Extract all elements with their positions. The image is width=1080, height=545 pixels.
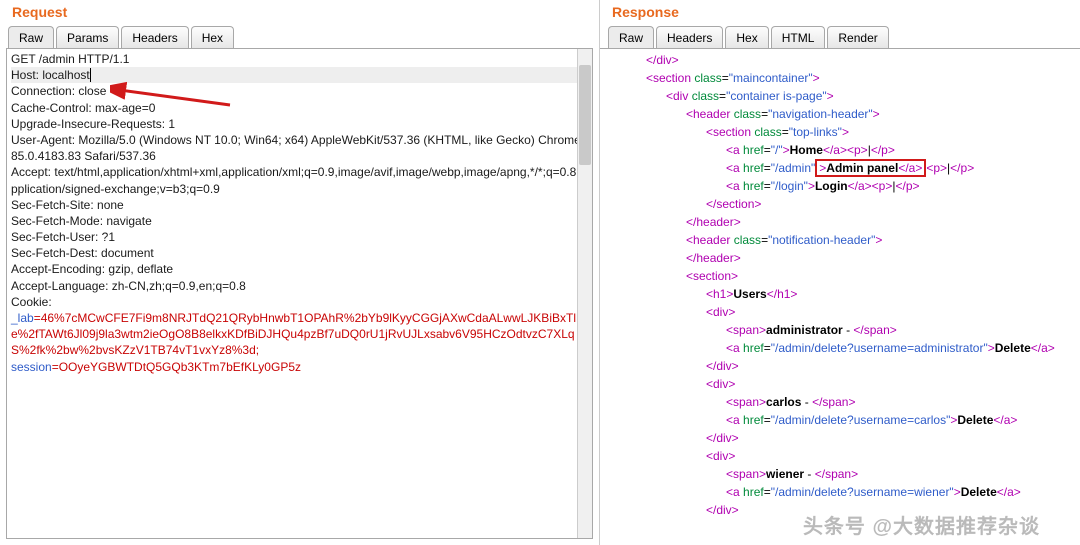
- req-line-cookie-session: session=OOyeYGBWTDtQ5GQb3KTm7bEfKLy0GP5z: [11, 359, 588, 375]
- resp-line: <span>administrator - </span>: [606, 321, 1074, 339]
- resp-line: <a href="/admin/delete?username=administ…: [606, 339, 1074, 357]
- req-line-fetchsite: Sec-Fetch-Site: none: [11, 197, 588, 213]
- resp-tab-raw[interactable]: Raw: [608, 26, 654, 48]
- scrollbar-thumb[interactable]: [579, 65, 591, 165]
- resp-line: <h1>Users</h1>: [606, 285, 1074, 303]
- resp-line: <header class="navigation-header">: [606, 105, 1074, 123]
- resp-line: <a href="/admin/delete?username=wiener">…: [606, 483, 1074, 501]
- response-title: Response: [600, 0, 1080, 26]
- req-line-acceptenc: Accept-Encoding: gzip, deflate: [11, 261, 588, 277]
- tab-raw[interactable]: Raw: [8, 26, 54, 48]
- resp-line: <header class="notification-header">: [606, 231, 1074, 249]
- resp-line: <a href="/admin/delete?username=carlos">…: [606, 411, 1074, 429]
- req-line-cookie: Cookie:: [11, 294, 588, 310]
- resp-line: </header>: [606, 249, 1074, 267]
- req-line-accept: Accept: text/html,application/xhtml+xml,…: [11, 164, 588, 196]
- resp-line: <span>wiener - </span>: [606, 465, 1074, 483]
- req-line-cookie-lab: _lab=46%7cMCwCFE7Fi9m8NRJTdQ21QRybHnwbT1…: [11, 310, 588, 359]
- req-line-host: Host: localhost: [11, 67, 588, 83]
- resp-line: </div>: [606, 429, 1074, 447]
- watermark: 头条号 @大数据推荐杂谈: [803, 510, 1040, 539]
- resp-tab-html[interactable]: HTML: [771, 26, 826, 48]
- resp-line: <a href="/login">Login</a><p>|</p>: [606, 177, 1074, 195]
- resp-line: <section class="top-links">: [606, 123, 1074, 141]
- req-line-fetchuser: Sec-Fetch-User: ?1: [11, 229, 588, 245]
- request-panel: Request Raw Params Headers Hex GET /admi…: [0, 0, 600, 545]
- resp-line-admin: <a href="/admin">Admin panel</a><p>|</p>: [606, 159, 1074, 177]
- resp-line: <section class="maincontainer">: [606, 69, 1074, 87]
- resp-line: </header>: [606, 213, 1074, 231]
- req-line-cachecontrol: Cache-Control: max-age=0: [11, 100, 588, 116]
- resp-line: </div>: [606, 51, 1074, 69]
- tab-headers[interactable]: Headers: [121, 26, 188, 48]
- resp-line: <div>: [606, 375, 1074, 393]
- req-line-fetchdest: Sec-Fetch-Dest: document: [11, 245, 588, 261]
- req-line-acceptlang: Accept-Language: zh-CN,zh;q=0.9,en;q=0.8: [11, 278, 588, 294]
- request-content[interactable]: GET /admin HTTP/1.1 Host: localhost Conn…: [6, 48, 593, 539]
- resp-tab-render[interactable]: Render: [827, 26, 888, 48]
- tab-params[interactable]: Params: [56, 26, 119, 48]
- req-line-connection: Connection: close: [11, 83, 588, 99]
- req-line-fetchmode: Sec-Fetch-Mode: navigate: [11, 213, 588, 229]
- response-panel: Response Raw Headers Hex HTML Render </d…: [600, 0, 1080, 545]
- tab-hex[interactable]: Hex: [191, 26, 234, 48]
- req-line-method: GET /admin HTTP/1.1: [11, 51, 588, 67]
- resp-line: <div class="container is-page">: [606, 87, 1074, 105]
- resp-line: </div>: [606, 357, 1074, 375]
- resp-tab-headers[interactable]: Headers: [656, 26, 723, 48]
- request-title: Request: [0, 0, 599, 26]
- request-tabs: Raw Params Headers Hex: [0, 26, 599, 48]
- req-line-upgrade: Upgrade-Insecure-Requests: 1: [11, 116, 588, 132]
- resp-line: <div>: [606, 447, 1074, 465]
- resp-line: <section>: [606, 267, 1074, 285]
- req-line-useragent: User-Agent: Mozilla/5.0 (Windows NT 10.0…: [11, 132, 588, 164]
- resp-line: </section>: [606, 195, 1074, 213]
- resp-line: <a href="/">Home</a><p>|</p>: [606, 141, 1074, 159]
- resp-tab-hex[interactable]: Hex: [725, 26, 768, 48]
- resp-line: <div>: [606, 303, 1074, 321]
- response-tabs: Raw Headers Hex HTML Render: [600, 26, 1080, 48]
- response-content[interactable]: </div> <section class="maincontainer"> <…: [600, 48, 1080, 545]
- scrollbar[interactable]: [577, 49, 592, 538]
- resp-line: <span>carlos - </span>: [606, 393, 1074, 411]
